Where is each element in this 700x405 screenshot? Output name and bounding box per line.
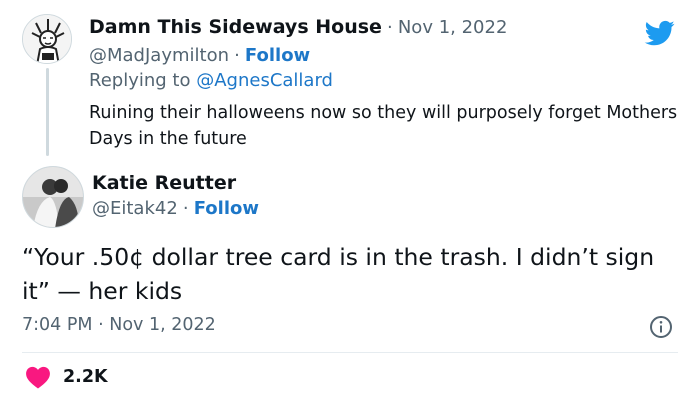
- replying-to-line: Replying to @AgnesCallard: [89, 70, 333, 91]
- main-author-name: Katie Reutter: [92, 172, 236, 194]
- header-separator: ·: [387, 17, 393, 38]
- avatar[interactable]: [22, 14, 72, 64]
- follow-button[interactable]: Follow: [194, 198, 259, 219]
- heart-icon[interactable]: [25, 365, 51, 389]
- timestamp-separator: ·: [98, 315, 104, 335]
- tweet-date[interactable]: Nov 1, 2022: [109, 315, 216, 335]
- avatar[interactable]: [22, 166, 84, 228]
- handle-separator: ·: [234, 45, 240, 66]
- reply-header: Damn This Sideways House · Nov 1, 2022: [89, 16, 507, 38]
- follow-button[interactable]: Follow: [245, 45, 310, 66]
- divider: [22, 352, 678, 353]
- author-name[interactable]: Katie Reutter: [92, 172, 236, 194]
- twitter-bird-icon[interactable]: [643, 18, 677, 48]
- like-count[interactable]: 2.2K: [63, 367, 108, 387]
- reply-handle[interactable]: @MadJaymilton: [89, 45, 229, 66]
- avatar-illustration: [23, 15, 71, 63]
- tweet-timestamp: 7:04 PM · Nov 1, 2022: [22, 315, 216, 335]
- reply-date[interactable]: Nov 1, 2022: [398, 17, 508, 38]
- handle-separator: ·: [182, 198, 189, 219]
- replying-to-handle[interactable]: @AgnesCallard: [196, 70, 333, 91]
- reply-tweet-text: Ruining their halloweens now so they wil…: [89, 103, 678, 149]
- main-handle-row: @Eitak42 · Follow: [92, 198, 259, 219]
- main-handle[interactable]: @Eitak42: [92, 198, 178, 219]
- avatar-photo: [23, 167, 83, 227]
- main-tweet-text: “Your .50¢ dollar tree card is in the tr…: [22, 243, 655, 305]
- info-icon[interactable]: [649, 315, 673, 339]
- reply-handle-row: @MadJaymilton · Follow: [89, 45, 310, 66]
- tweet-time[interactable]: 7:04 PM: [22, 315, 93, 335]
- replying-to-prefix: Replying to: [89, 70, 191, 91]
- reply-author-name[interactable]: Damn This Sideways House: [89, 16, 382, 38]
- thread-connector-line: [46, 68, 49, 156]
